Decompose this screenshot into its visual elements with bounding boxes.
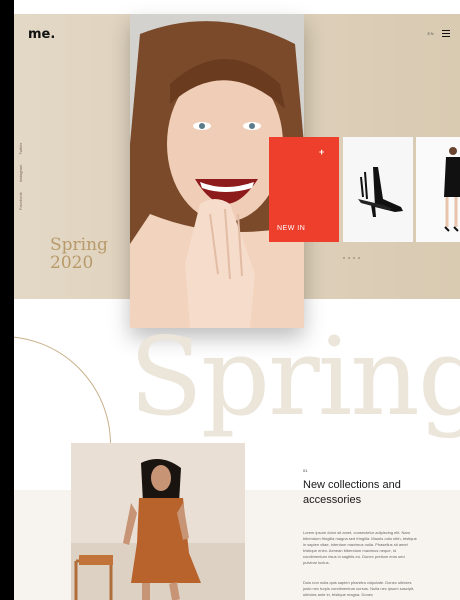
brand-logo[interactable]: me. [28,27,55,42]
dress-model-image [416,137,460,242]
product-card-dress[interactable] [416,137,460,242]
social-link-instagram[interactable]: Instagram [18,165,23,183]
page: me. EN Facebook Instagram Twitter Spring… [14,0,460,600]
section-heading: New collections and accessories [303,479,401,506]
product-card-heels[interactable] [343,137,413,242]
plus-icon: + [319,147,325,157]
social-links: Facebook Instagram Twitter [18,143,23,210]
hero-title: Spring 2020 [50,236,108,272]
hamburger-icon[interactable] [442,30,450,37]
slider-dot[interactable] [348,257,350,259]
language-switch[interactable]: EN [427,31,434,36]
new-in-label: NEW IN [277,225,306,232]
heels-image [343,137,413,242]
hero-title-line2: 2020 [50,253,94,273]
new-in-card[interactable]: + NEW IN [269,137,339,242]
slider-dots [343,257,360,259]
slider-dot[interactable] [343,257,345,259]
section-number: 01 [303,468,308,473]
slider-dot[interactable] [358,257,360,259]
section-paragraph-2: Duis non nulla quis sapien pharetra vulp… [303,580,415,597]
collection-model-image [71,443,245,600]
decorative-word: Spring [129,315,460,440]
section-paragraph-1: Lorem ipsum dolor sit amet, consectetur … [303,530,417,565]
social-link-facebook[interactable]: Facebook [18,192,23,210]
top-nav: EN [427,30,450,37]
social-link-twitter[interactable]: Twitter [18,143,23,155]
hero-title-line1: Spring [50,235,108,255]
slider-dot[interactable] [353,257,355,259]
